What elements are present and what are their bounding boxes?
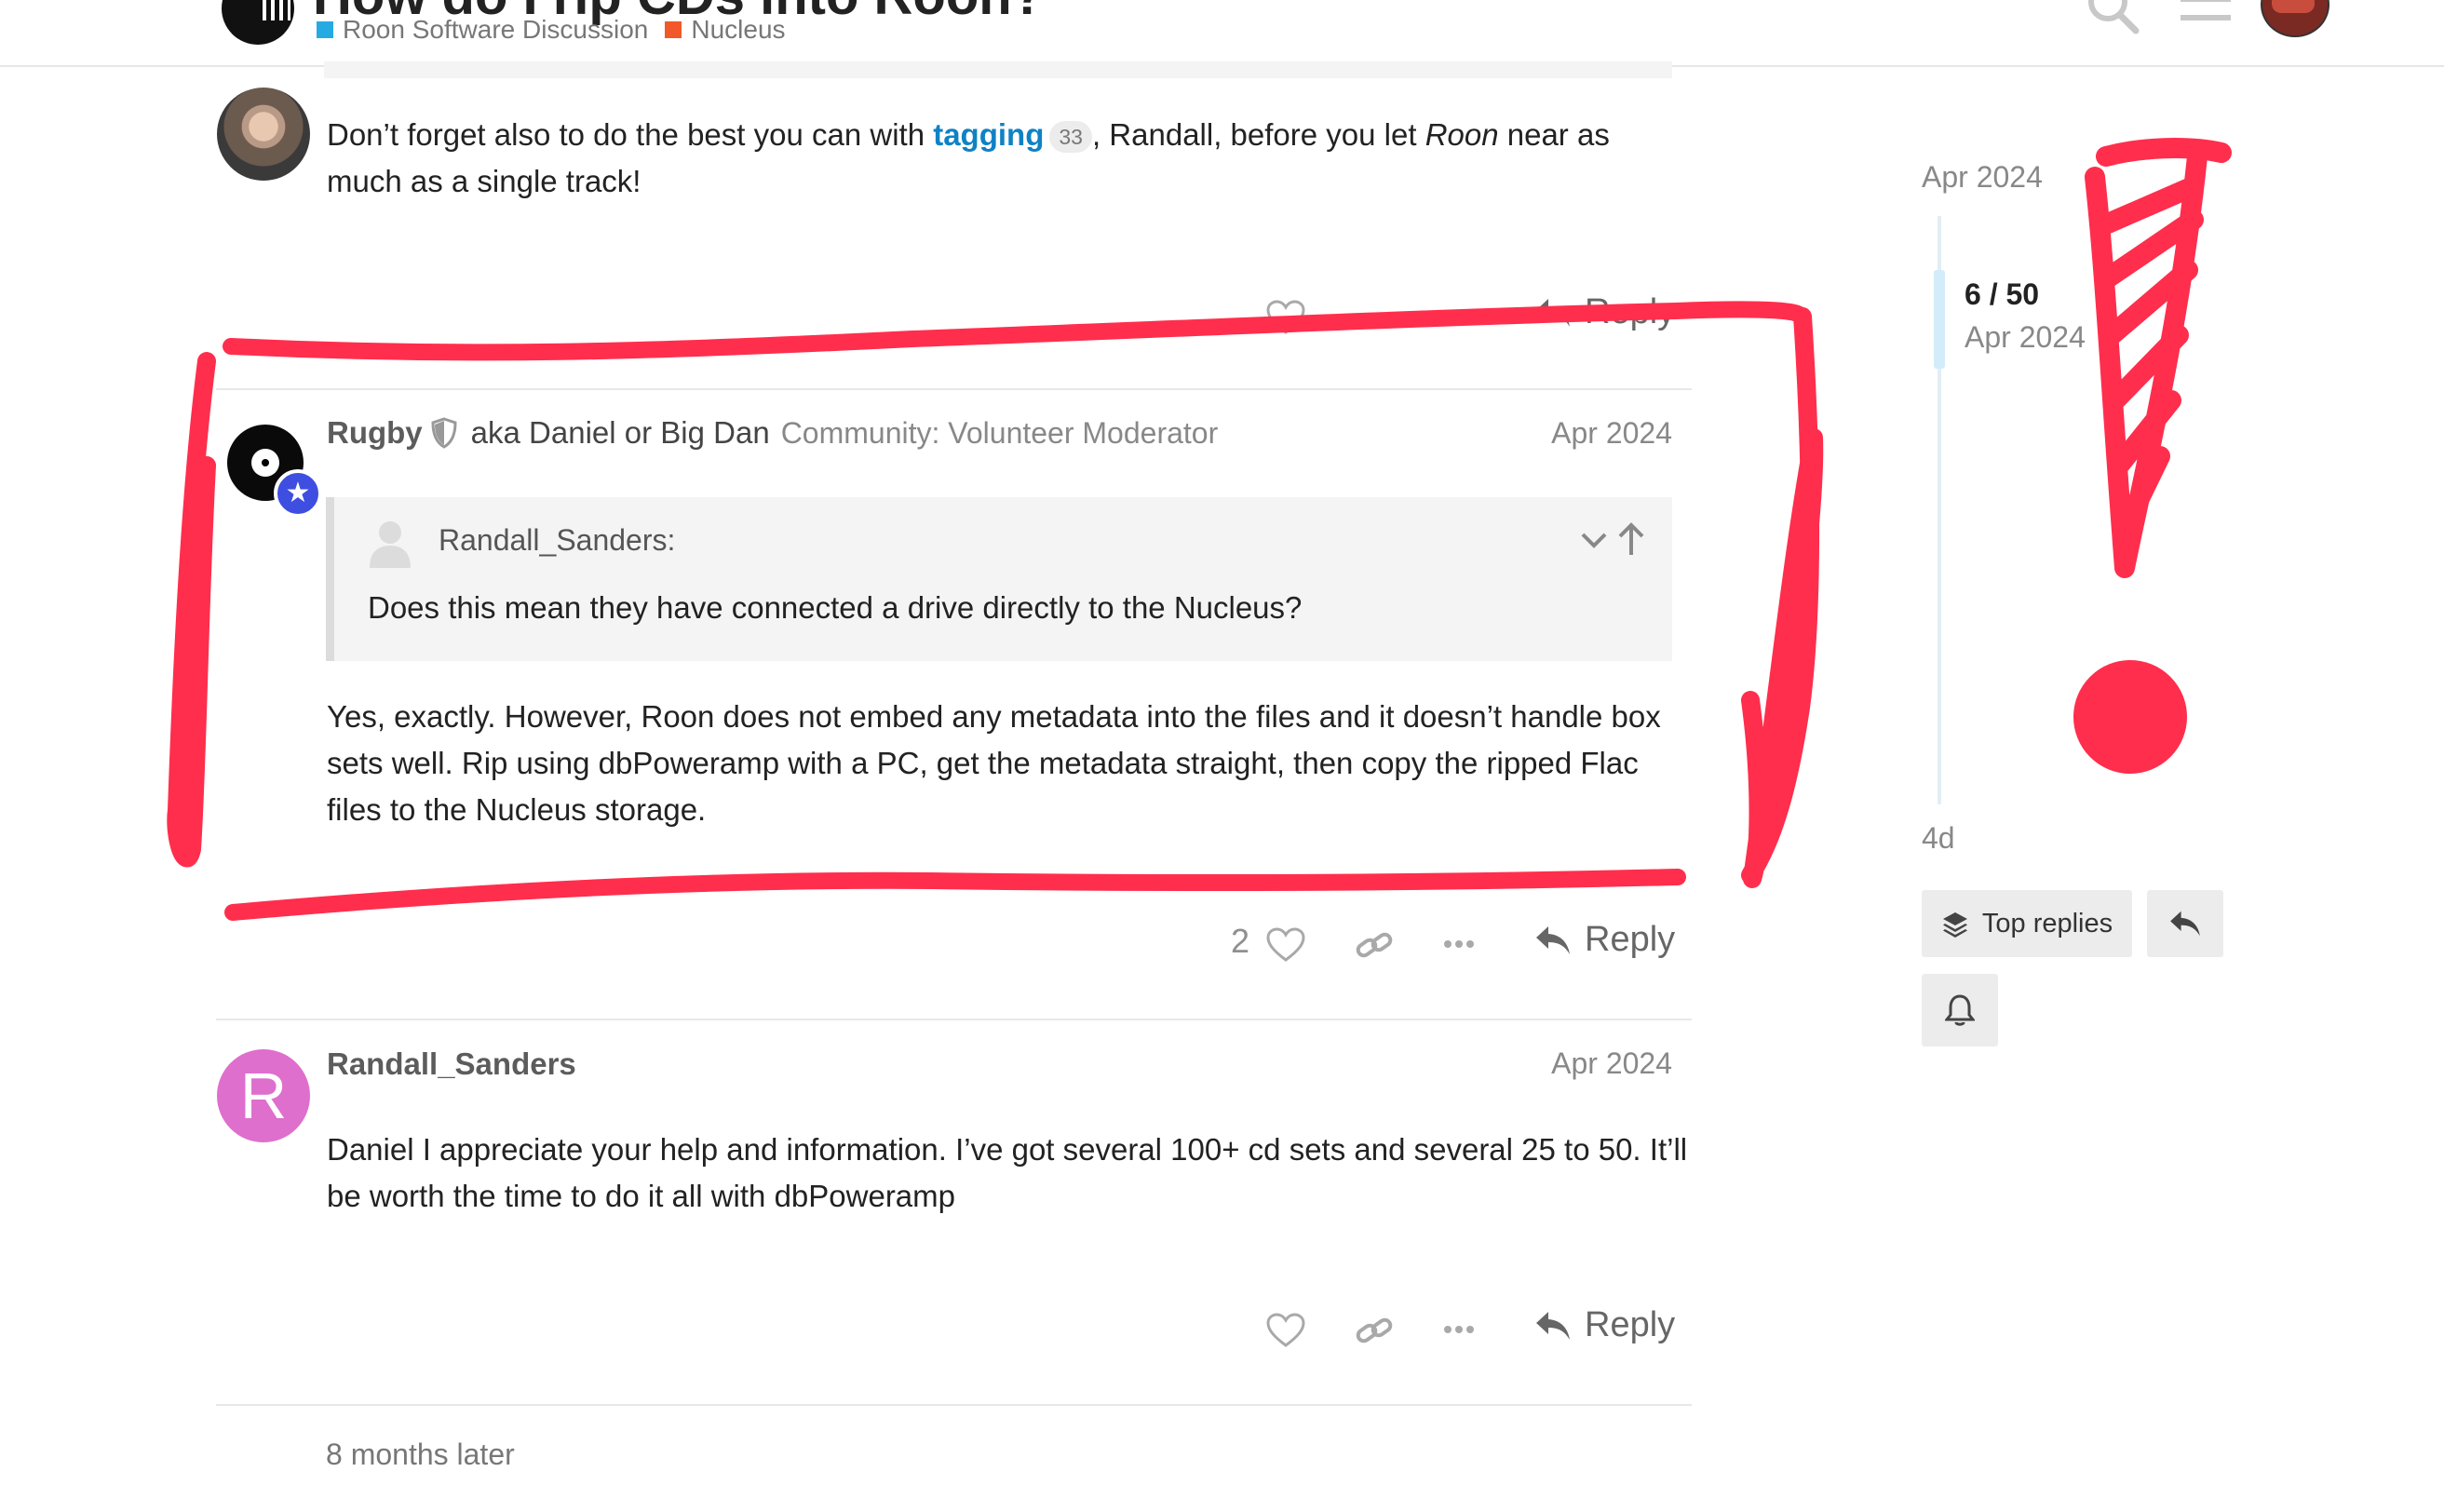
share-link-button[interactable] (1356, 1315, 1393, 1351)
post-divider (216, 388, 1692, 390)
category-breadcrumb: Roon Software Discussion Nucleus (317, 15, 803, 45)
like-button[interactable] (1266, 300, 1305, 340)
like-count[interactable]: 2 (1231, 922, 1249, 961)
timeline-position-date: Apr 2024 (1965, 320, 2086, 354)
notifications-button[interactable] (1922, 974, 1998, 1046)
site-header: How do I rip CDs into Roon? Roon Softwar… (0, 0, 2444, 67)
post-divider (216, 1019, 1692, 1020)
moderator-shield-icon (431, 417, 457, 449)
timeline-scroll-handle[interactable] (1934, 270, 1945, 369)
top-replies-label: Top replies (1981, 908, 2113, 938)
reply-button[interactable]: Reply (1534, 1305, 1675, 1345)
link-icon (1356, 932, 1393, 958)
reply-label: Reply (1585, 292, 1676, 331)
timeline-position: 6 / 50 (1965, 277, 2040, 311)
top-replies-button[interactable]: Top replies (1922, 890, 2132, 957)
like-button[interactable] (1266, 927, 1305, 967)
post-divider (216, 1404, 1692, 1406)
post-date[interactable]: Apr 2024 (1430, 1046, 1672, 1081)
reply-icon (1536, 925, 1570, 954)
quote-username: Randall_Sanders: (439, 523, 676, 557)
share-link-button[interactable] (1356, 929, 1393, 965)
quote-text: Does this mean they have connected a dri… (368, 590, 1303, 625)
category-color-square (317, 21, 333, 38)
site-logo[interactable] (222, 0, 294, 45)
timeline-reply-button[interactable] (2147, 890, 2223, 957)
quote-avatar-icon (370, 521, 411, 568)
link-icon (1356, 1317, 1393, 1343)
full-name: aka Daniel or Big Dan (470, 415, 770, 450)
reply-icon (2170, 911, 2200, 937)
annotation-box-bottom-stroke (224, 869, 1686, 921)
timeline-start-date[interactable]: Apr 2024 (1922, 160, 2043, 195)
category-roon-software-discussion[interactable]: Roon Software Discussion (317, 15, 648, 45)
reply-button[interactable]: Reply (1534, 292, 1675, 332)
reply-label: Reply (1585, 1305, 1676, 1344)
quote-expand-controls[interactable] (1577, 521, 1652, 559)
username[interactable]: Randall_Sanders (327, 1046, 576, 1082)
annotation-exclamation-stroke (2085, 138, 2232, 578)
annotation-box-right-stroke (1741, 307, 1824, 888)
heart-icon (1266, 927, 1305, 962)
post-text-italic: Roon (1425, 117, 1499, 152)
current-user-avatar[interactable] (2261, 0, 2329, 37)
quote-block: Randall_Sanders: Does this mean they hav… (326, 497, 1672, 661)
bell-icon (1945, 994, 1975, 1026)
annotation-exclamation-dot (2073, 660, 2187, 774)
tagging-link[interactable]: tagging (933, 117, 1044, 152)
post-text: Don’t forget also to do the best you can… (327, 117, 934, 152)
annotation-box-left-stroke (167, 352, 216, 868)
moderator-star-icon: ★ (274, 469, 322, 518)
layers-icon (1942, 912, 1967, 938)
link-click-count: 33 (1049, 121, 1092, 154)
category-label: Roon Software Discussion (343, 15, 649, 44)
category-nucleus[interactable]: Nucleus (665, 15, 786, 45)
author-avatar[interactable] (217, 88, 310, 181)
post-body: Yes, exactly. However, Roon does not emb… (327, 699, 1661, 827)
heart-icon (1266, 1313, 1305, 1347)
post-text: , Randall, before you let (1091, 117, 1425, 152)
ellipsis-icon (1444, 1326, 1474, 1333)
hamburger-menu-icon[interactable] (2179, 0, 2233, 30)
like-button[interactable] (1266, 1313, 1305, 1353)
time-gap-label: 8 months later (326, 1438, 515, 1471)
username[interactable]: Rugby (327, 415, 423, 451)
more-actions-button[interactable] (1443, 937, 1475, 953)
user-title: Community: Volunteer Moderator (780, 415, 1219, 450)
post-date[interactable]: Apr 2024 (1430, 416, 1672, 451)
post-meta: Rugby aka Daniel or Big Dan Community: V… (327, 415, 1218, 451)
reply-icon (1536, 298, 1570, 327)
arrow-up-icon[interactable] (1618, 522, 1644, 555)
category-label: Nucleus (691, 15, 786, 44)
search-icon[interactable] (2086, 0, 2140, 35)
previous-post-edge (324, 61, 1672, 78)
reply-icon (1536, 1311, 1570, 1340)
reply-label: Reply (1585, 920, 1676, 959)
timeline-end-date[interactable]: 4d (1922, 821, 1955, 856)
post-body: Don’t forget also to do the best you can… (327, 112, 1677, 205)
ellipsis-icon (1444, 940, 1474, 948)
category-color-square (665, 21, 682, 38)
reply-button[interactable]: Reply (1534, 920, 1675, 960)
post-body: Daniel I appreciate your help and inform… (327, 1132, 1688, 1213)
more-actions-button[interactable] (1443, 1322, 1475, 1339)
chevron-down-icon[interactable] (1581, 533, 1607, 548)
heart-icon (1266, 300, 1305, 334)
randall-avatar[interactable]: R (217, 1049, 310, 1142)
